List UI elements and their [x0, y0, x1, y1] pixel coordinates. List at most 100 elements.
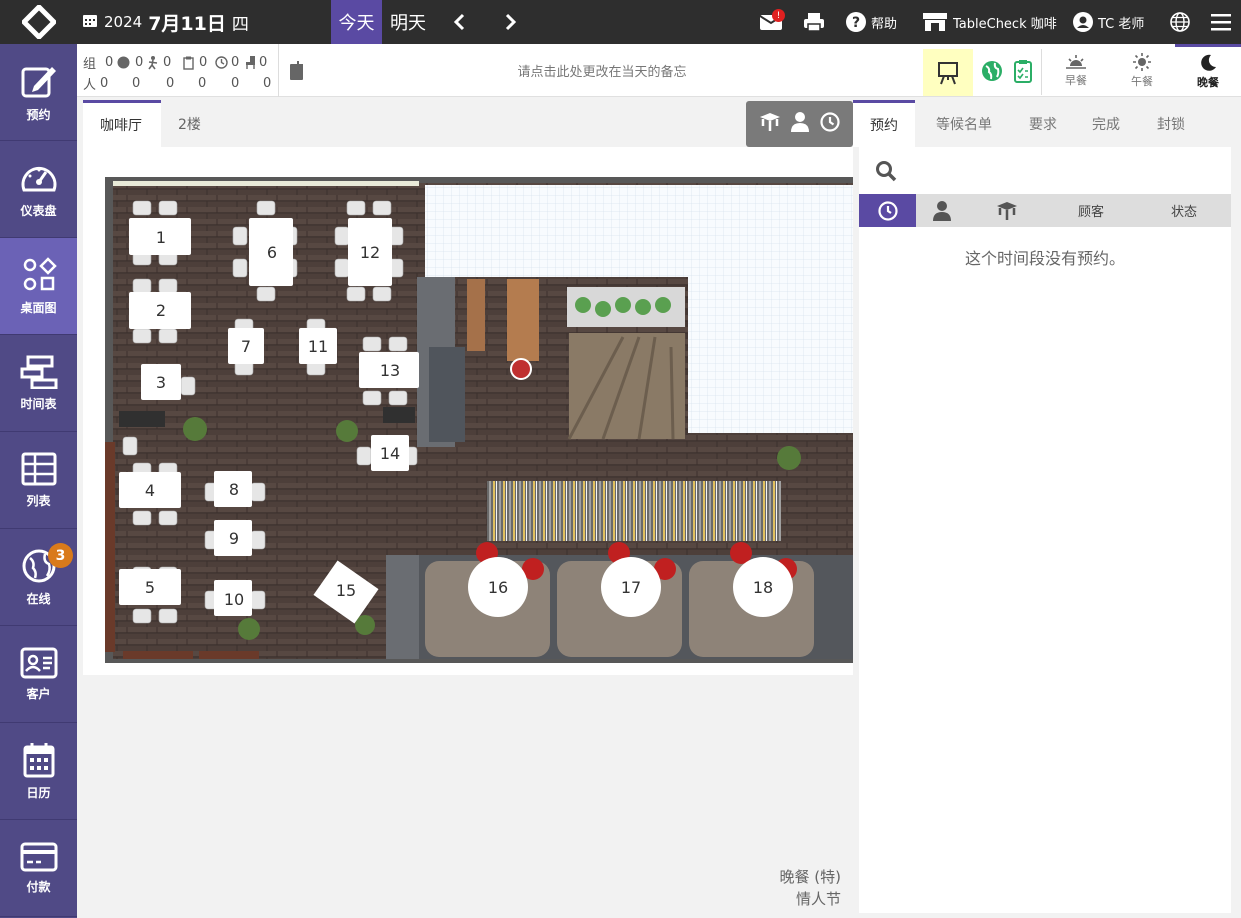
sidebar-item-label: 在线	[26, 591, 51, 606]
table-number: 4	[145, 481, 155, 500]
tab-blocked[interactable]: 封锁	[1139, 100, 1203, 147]
svg-text:?: ?	[852, 15, 860, 31]
table-9[interactable]: 9	[214, 520, 252, 556]
search-input[interactable]	[859, 147, 1231, 194]
people-count-online: 0	[132, 76, 141, 91]
clock-icon	[820, 112, 840, 132]
people-count-total: 0	[100, 76, 109, 91]
date-picker[interactable]: 2024 7月11日 四	[82, 0, 249, 44]
column-status[interactable]: 状态	[1137, 194, 1231, 227]
shift-name: 晚餐 (特)	[779, 868, 841, 886]
column-customer[interactable]: 顾客	[1045, 194, 1137, 227]
sidebar-item-reservation[interactable]: 预约	[0, 44, 77, 141]
print-button[interactable]	[803, 0, 825, 44]
chevron-left-icon	[453, 13, 465, 31]
table-view-button[interactable]	[759, 113, 781, 135]
sidebar-item-customers[interactable]: 客户	[0, 626, 77, 723]
sidebar-item-dashboard[interactable]: 仪表盘	[0, 141, 77, 238]
sidebar-item-label: 日历	[26, 785, 51, 800]
help-button[interactable]: ? 帮助	[846, 0, 897, 44]
group-count-total: 0	[105, 55, 114, 70]
main-menu-button[interactable]	[1211, 0, 1231, 44]
calendar-icon	[82, 12, 98, 32]
table-12[interactable]: 12	[348, 218, 392, 286]
table-11[interactable]: 11	[299, 328, 337, 364]
table-17[interactable]: 17	[601, 557, 661, 617]
table-18[interactable]: 18	[733, 557, 793, 617]
meal-lunch[interactable]: 午餐	[1109, 44, 1175, 97]
sidebar-item-label: 客户	[26, 686, 51, 701]
booking-counts: 组 0 0 0 0 0 0 人 0 0 0 0 0 0	[83, 53, 277, 93]
tab-cafe[interactable]: 咖啡厅	[83, 100, 161, 147]
table-number: 6	[267, 243, 277, 262]
sun-icon	[1133, 52, 1151, 71]
people-count-waiting: 0	[231, 76, 240, 91]
seat-icon	[245, 53, 259, 72]
daily-memo[interactable]: 请点击此处更改在当天的备忘	[282, 44, 922, 97]
online-globe-icon[interactable]	[981, 60, 1003, 86]
tab-second-floor[interactable]: 2楼	[161, 100, 221, 147]
table-number: 14	[380, 444, 400, 463]
table-1[interactable]: 1	[129, 218, 191, 255]
table-4[interactable]: 4	[119, 472, 181, 508]
sort-by-time[interactable]	[859, 194, 916, 227]
sidebar-item-payment[interactable]: 付款	[0, 820, 77, 917]
sidebar-item-calendar[interactable]: 日历	[0, 723, 77, 820]
floor-plan-footer: 晚餐 (特) 情人节	[83, 675, 853, 918]
mail-badge: !	[772, 9, 785, 22]
user-menu[interactable]: TC 老师	[1073, 0, 1144, 44]
group-count-seated: 0	[259, 55, 268, 70]
calendar-icon	[23, 742, 54, 777]
floor-view-toggle[interactable]	[923, 49, 973, 96]
tab-reservations[interactable]: 预约	[853, 100, 915, 147]
table-7[interactable]: 7	[228, 328, 264, 364]
rug	[487, 481, 781, 541]
tomorrow-button[interactable]: 明天	[382, 0, 434, 44]
sidebar-item-timeline[interactable]: 时间表	[0, 335, 77, 432]
shift-event: 情人节	[795, 890, 841, 908]
table-2[interactable]: 2	[129, 292, 191, 329]
sort-by-guests[interactable]	[916, 194, 968, 227]
table-10[interactable]: 10	[214, 580, 252, 616]
table-6[interactable]: 6	[249, 218, 293, 286]
table-16[interactable]: 16	[468, 557, 528, 617]
group-count-waiting: 0	[231, 55, 240, 70]
table-14[interactable]: 14	[371, 435, 409, 471]
empty-message: 这个时间段没有预约。	[964, 249, 1125, 268]
meal-dinner[interactable]: 晚餐	[1175, 44, 1241, 97]
meal-breakfast[interactable]: 早餐	[1043, 44, 1109, 97]
sidebar-item-label: 时间表	[20, 396, 57, 411]
table-3[interactable]: 3	[141, 364, 181, 400]
tab-completed[interactable]: 完成	[1073, 100, 1139, 147]
today-button[interactable]: 今天	[331, 0, 382, 44]
table-number: 9	[229, 529, 239, 548]
help-label: 帮助	[871, 16, 898, 32]
table-8[interactable]: 8	[214, 471, 252, 507]
prev-day-button[interactable]	[448, 10, 472, 34]
guest-view-button[interactable]	[791, 112, 810, 136]
checklist-icon[interactable]	[1014, 59, 1032, 87]
sidebar-item-label: 桌面图	[20, 300, 57, 315]
sidebar-item-list[interactable]: 列表	[0, 432, 77, 529]
table-5[interactable]: 5	[119, 569, 181, 605]
sidebar: 预约 仪表盘 桌面图 时间表 列表 3 在线 客户 日历 付款	[0, 44, 77, 918]
next-day-button[interactable]	[498, 10, 522, 34]
sort-by-table[interactable]	[968, 194, 1045, 227]
store-selector[interactable]: TableCheck 咖啡	[922, 0, 1057, 44]
tab-requests[interactable]: 要求	[1013, 100, 1073, 147]
sidebar-item-online[interactable]: 3 在线	[0, 529, 77, 626]
mail-button[interactable]: !	[760, 0, 786, 44]
walk-in-icon	[147, 53, 163, 72]
divider	[278, 44, 279, 97]
sidebar-item-floor-plan[interactable]: 桌面图	[0, 238, 77, 335]
people-label: 人	[83, 78, 97, 93]
table-13[interactable]: 13	[359, 352, 419, 388]
language-button[interactable]	[1170, 0, 1190, 44]
app-logo[interactable]	[0, 0, 77, 44]
time-view-button[interactable]	[820, 112, 840, 136]
tab-waitlist[interactable]: 等候名单	[915, 100, 1013, 147]
staircase	[569, 333, 685, 439]
help-icon: ?	[846, 12, 866, 32]
people-count-request: 0	[198, 76, 207, 91]
status-bar: 组 0 0 0 0 0 0 人 0 0 0 0 0 0 请点击此处更改在当天的备…	[77, 44, 1241, 97]
